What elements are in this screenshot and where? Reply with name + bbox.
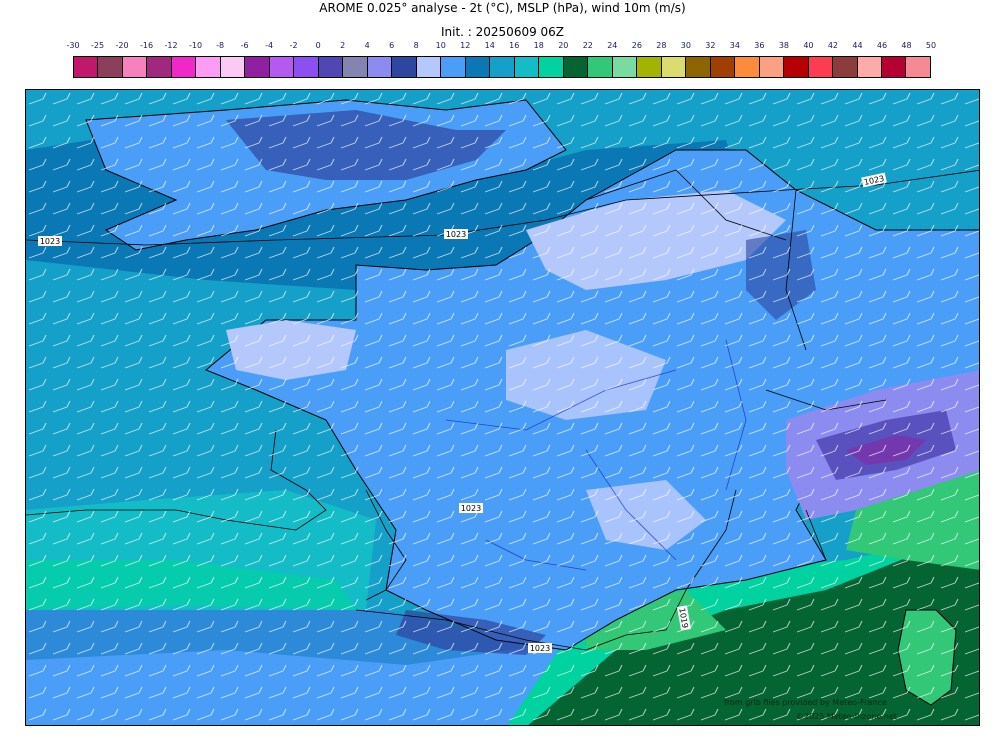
colorbar-cell [196,57,221,77]
colorbar-cell [588,57,613,77]
colorbar-cell [74,57,99,77]
colorbar-cell [661,57,687,77]
colorbar-tick-label: -25 [90,41,105,50]
colorbar-tick-label: -6 [240,41,249,50]
colorbar-tick-label: 38 [778,41,789,50]
colorbar-tick-label: 30 [680,41,691,50]
colorbar-tick-label: 50 [925,41,937,50]
svg-text:1023: 1023 [40,237,60,246]
colorbar-cell [857,57,882,77]
credit-source: from grib files provided by Meteo-France [724,698,887,707]
colorbar-tick-label: 6 [389,41,395,50]
colorbar-cell [686,57,711,77]
colorbar-tick-label: 36 [754,41,765,50]
colorbar-cell [171,57,197,77]
colorbar-cell [147,57,172,77]
colorbar-cell [416,57,442,77]
colorbar-tick-label: 24 [607,41,618,50]
isobar-label: 1023 [38,236,62,246]
colorbar-cell [808,57,834,77]
colorbar-tick-label: -20 [115,41,129,50]
colorbar-cell [343,57,368,77]
colorbar-cell [833,57,858,77]
chart-title: AROME 0.025° analyse - 2t (°C), MSLP (hP… [319,1,686,15]
colorbar-tick-label: 4 [364,41,370,50]
colorbar-tick-label: 32 [705,41,716,50]
colorbar-cell [881,57,907,77]
colorbar-tick-label: 12 [460,41,471,50]
colorbar-tick-label: 20 [558,41,569,50]
colorbar-tick-label: 40 [803,41,814,50]
colorbar-tick-label: 42 [827,41,839,50]
colorbar-cell [367,57,393,77]
credit-site: ©2025 Meteo-Inzone.net [796,712,897,721]
svg-text:1023: 1023 [461,504,481,513]
colorbar [73,56,931,78]
svg-text:1023: 1023 [446,230,466,239]
colorbar-cell [637,57,662,77]
colorbar-cell [269,57,295,77]
colorbar-tick-label: -2 [289,41,298,50]
colorbar-tick-label: 14 [484,41,495,50]
colorbar-cell [539,57,564,77]
colorbar-tick-label: 10 [435,41,446,50]
colorbar-cell [710,57,736,77]
colorbar-cell [784,57,809,77]
colorbar-tick-label: 48 [901,41,912,50]
svg-text:1023: 1023 [530,644,550,653]
colorbar-tick-label: -16 [139,41,154,50]
colorbar-cell [441,57,466,77]
colorbar-ticks: -30 -25 -20 -16 -12 -10 -8 -6 -4 -2 0 2 4 6 8 10 12 14 16 1… [66,41,936,53]
colorbar-cell [563,57,589,77]
colorbar-cell [490,57,515,77]
isobar-label: 1023 [528,643,552,653]
colorbar-cell [735,57,760,77]
colorbar-cell [220,57,246,77]
wind-barbs [26,90,979,725]
colorbar-tick-label: 34 [729,41,740,50]
colorbar-tick-label: 0 [315,41,321,50]
colorbar-tick-label: -30 [66,41,80,50]
isobar-label: 1023 [444,229,468,239]
colorbar-tick-label: 18 [533,41,544,50]
colorbar-cell [392,57,417,77]
colorbar-tick-label: 2 [340,41,346,50]
colorbar-cell [465,57,491,77]
colorbar-tick-label: 8 [413,41,419,50]
map-canvas: 1023 1023 1023 1023 1023 1019 [26,90,979,725]
colorbar-tick-label: -12 [164,41,178,50]
colorbar-tick-label: 44 [852,41,863,50]
colorbar-tick-label: 26 [631,41,642,50]
init-time: Init. : 20250609 06Z [440,25,565,39]
colorbar-cell [98,57,123,77]
colorbar-tick-label: 22 [582,41,593,50]
colorbar-tick-label: -10 [189,41,203,50]
colorbar-cell [245,57,270,77]
colorbar-cell [759,57,785,77]
colorbar-cell [906,57,930,77]
colorbar-tick-label: 46 [876,41,888,50]
colorbar-tick-label: -8 [216,41,225,50]
colorbar-cell [122,57,148,77]
colorbar-cell [612,57,638,77]
colorbar-cell [514,57,540,77]
colorbar-tick-label: 16 [509,41,520,50]
colorbar-cell [294,57,319,77]
isobar-label: 1023 [459,503,483,513]
weather-map: 1023 1023 1023 1023 1023 1019 from grib … [25,89,980,726]
colorbar-tick-label: 28 [656,41,667,50]
colorbar-tick-label: -4 [265,41,274,50]
colorbar-cell [318,57,344,77]
